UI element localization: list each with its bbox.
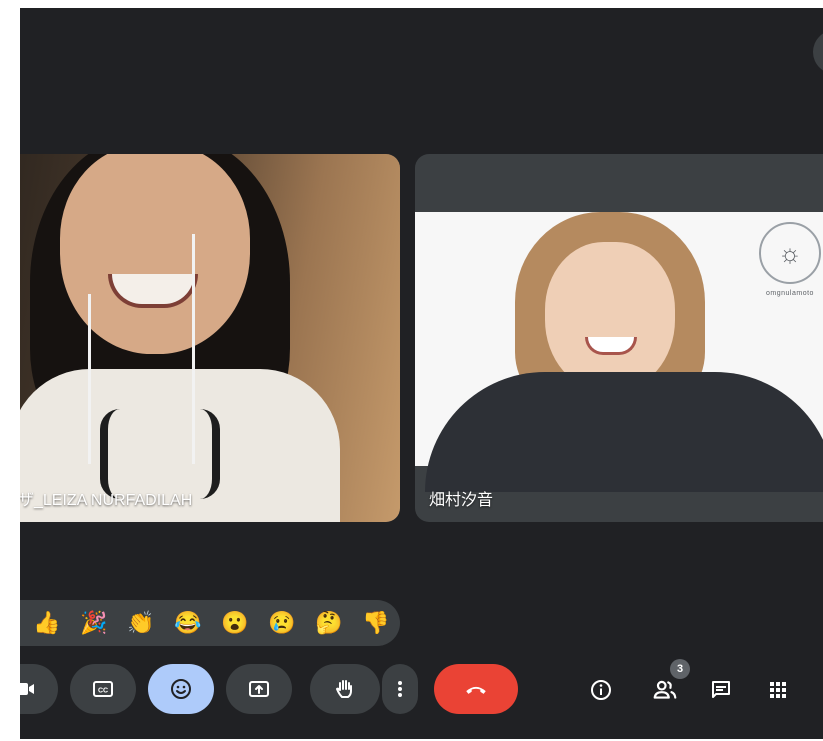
- meeting-details-button[interactable]: [587, 676, 615, 704]
- participant-video-1: [20, 154, 400, 522]
- people-button[interactable]: [651, 676, 679, 704]
- emoji-reaction-icon: [169, 677, 193, 701]
- participant-name-2: 畑村汐音: [429, 492, 494, 509]
- participant-tile-2[interactable]: ☼ omgnulamoto 畑村汐音: [415, 154, 823, 522]
- party-popper-icon[interactable]: 🎉: [79, 608, 109, 638]
- background-logo: ☼ omgnulamoto: [755, 222, 823, 322]
- meeting-stage: ザ_LEIZA NURFADILAH ☼ omgnulamoto 畑村汐音 👍 …: [20, 8, 823, 739]
- chat-button[interactable]: [707, 676, 735, 704]
- clapping-icon[interactable]: 👏: [126, 608, 156, 638]
- svg-text:CC: CC: [98, 688, 108, 695]
- activities-button[interactable]: [764, 676, 792, 704]
- reaction-bar: 👍 🎉 👏 😂 😮 😢 🤔 👎: [20, 600, 400, 646]
- more-options-icon: [388, 677, 412, 701]
- participant-video-2: ☼ omgnulamoto: [415, 212, 823, 492]
- sun-mountain-logo-icon: ☼: [759, 222, 821, 284]
- participant-tile-1[interactable]: ザ_LEIZA NURFADILAH: [20, 154, 400, 522]
- top-right-button[interactable]: [813, 30, 823, 74]
- captions-button[interactable]: CC: [70, 664, 136, 714]
- camera-icon: [20, 677, 37, 701]
- raise-hand-icon: [333, 677, 357, 701]
- raise-hand-button[interactable]: [310, 664, 380, 714]
- send-reaction-button[interactable]: [148, 664, 214, 714]
- closed-captions-icon: CC: [91, 677, 115, 701]
- end-call-button[interactable]: [434, 664, 518, 714]
- crying-icon[interactable]: 😢: [267, 608, 297, 638]
- info-icon: [589, 678, 613, 702]
- more-options-button[interactable]: [382, 664, 418, 714]
- thumbs-down-icon[interactable]: 👎: [361, 608, 391, 638]
- thumbs-up-icon[interactable]: 👍: [32, 608, 62, 638]
- participant-count-badge: 3: [670, 659, 690, 679]
- participant-name-1: ザ_LEIZA NURFADILAH: [20, 492, 193, 509]
- camera-button[interactable]: [20, 664, 58, 714]
- present-button[interactable]: [226, 664, 292, 714]
- apps-grid-icon: [766, 678, 790, 702]
- end-call-icon: [463, 676, 489, 702]
- people-icon: [652, 677, 678, 703]
- chat-icon: [709, 678, 733, 702]
- thinking-icon[interactable]: 🤔: [314, 608, 344, 638]
- present-screen-icon: [247, 677, 271, 701]
- laughing-icon[interactable]: 😂: [173, 608, 203, 638]
- surprised-icon[interactable]: 😮: [220, 608, 250, 638]
- logo-text: omgnulamoto: [766, 290, 814, 297]
